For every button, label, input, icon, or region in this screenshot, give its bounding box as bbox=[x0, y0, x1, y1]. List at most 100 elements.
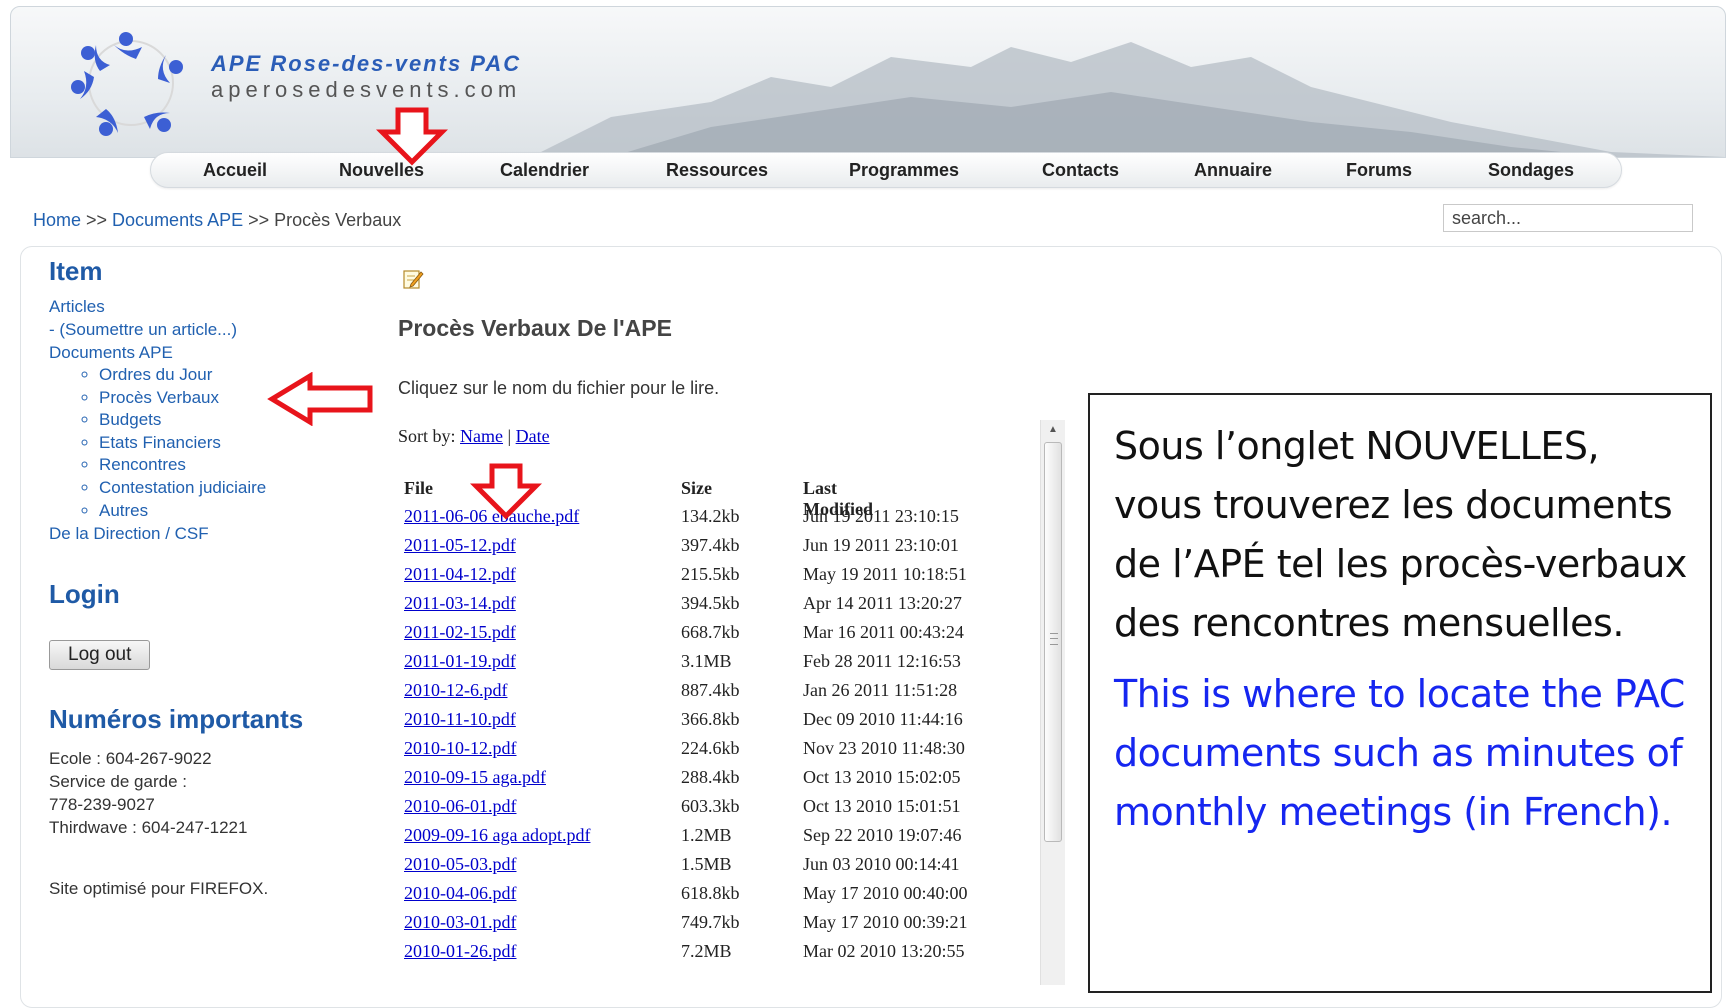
file-link[interactable]: 2010-03-01.pdf bbox=[404, 912, 516, 933]
file-size: 224.6kb bbox=[681, 738, 740, 758]
file-row: 2011-04-12.pdf 215.5kb May 19 2011 10:18:5… bbox=[404, 564, 1004, 593]
browser-note: Site optimisé pour FIREFOX. bbox=[49, 879, 269, 899]
page-title: Procès Verbaux De l'APE bbox=[398, 315, 672, 341]
file-modified-date: Feb 28 2011 12:16:53 bbox=[803, 651, 961, 671]
file-link[interactable]: 2010-12-6.pdf bbox=[404, 680, 507, 701]
sort-controls: Sort by: Name | Date bbox=[398, 426, 550, 447]
nav-annuaire[interactable]: Annuaire bbox=[1194, 160, 1272, 181]
file-size: 1.5MB bbox=[681, 854, 732, 874]
file-link[interactable]: 2010-01-26.pdf bbox=[404, 941, 516, 962]
file-size: 1.2MB bbox=[681, 825, 732, 845]
scrollbar-thumb[interactable] bbox=[1044, 442, 1062, 842]
nav-calendrier[interactable]: Calendrier bbox=[500, 160, 589, 181]
page-intro: Cliquez sur le nom du fichier pour le li… bbox=[398, 378, 720, 398]
file-link[interactable]: 2011-04-12.pdf bbox=[404, 564, 516, 585]
sidebar-link-proces-verbaux[interactable]: Procès Verbaux bbox=[99, 388, 219, 407]
file-row: 2010-04-06.pdf 618.8kb May 17 2010 00:40:0… bbox=[404, 883, 1004, 912]
breadcrumb-documents-ape[interactable]: Documents APE bbox=[112, 210, 243, 230]
file-link[interactable]: 2011-03-14.pdf bbox=[404, 593, 516, 614]
sidebar-link-autres[interactable]: Autres bbox=[99, 501, 148, 520]
file-row: 2010-06-01.pdf 603.3kb Oct 13 2010 15:01:5… bbox=[404, 796, 1004, 825]
callout-french-text: Sous l’onglet NOUVELLES, vous trouverez … bbox=[1114, 424, 1687, 645]
file-size: 3.1MB bbox=[681, 651, 732, 671]
phone-line: Service de garde : bbox=[49, 772, 187, 792]
sort-by-date-link[interactable]: Date bbox=[516, 426, 550, 446]
nav-contacts[interactable]: Contacts bbox=[1042, 160, 1119, 181]
file-link[interactable]: 2009-09-16 aga adopt.pdf bbox=[404, 825, 590, 846]
breadcrumb: Home >> Documents APE >> Procès Verbaux bbox=[33, 210, 401, 231]
edit-icon[interactable] bbox=[402, 268, 424, 290]
file-size: 397.4kb bbox=[681, 535, 740, 555]
file-size: 749.7kb bbox=[681, 912, 740, 932]
file-row: 2011-03-14.pdf 394.5kb Apr 14 2011 13:20:2… bbox=[404, 593, 1004, 622]
file-modified-date: Mar 16 2011 00:43:24 bbox=[803, 622, 964, 642]
file-link[interactable]: 2010-10-12.pdf bbox=[404, 738, 516, 759]
sidebar-subitem: Etats Financiers bbox=[99, 432, 389, 455]
sort-by-name-link[interactable]: Name bbox=[460, 426, 503, 446]
file-row: 2010-09-15 aga.pdf 288.4kb Oct 13 2010 15:… bbox=[404, 767, 1004, 796]
sidebar-link-etats-financiers[interactable]: Etats Financiers bbox=[99, 433, 221, 452]
nav-sondages[interactable]: Sondages bbox=[1488, 160, 1574, 181]
sort-separator: | bbox=[507, 426, 512, 446]
phone-line: Ecole : 604-267-9022 bbox=[49, 749, 212, 769]
sidebar: Item Articles - (Soumettre un article...… bbox=[49, 256, 389, 900]
sidebar-link-rencontres[interactable]: Rencontres bbox=[99, 455, 186, 474]
file-list-scrollbar[interactable]: ▲ bbox=[1040, 420, 1065, 985]
nav-accueil[interactable]: Accueil bbox=[203, 160, 267, 181]
file-link[interactable]: 2010-04-06.pdf bbox=[404, 883, 516, 904]
breadcrumb-current: Procès Verbaux bbox=[274, 210, 402, 230]
sidebar-link-budgets[interactable]: Budgets bbox=[99, 410, 161, 429]
file-size: 603.3kb bbox=[681, 796, 740, 816]
file-modified-date: May 17 2010 00:39:21 bbox=[803, 912, 968, 932]
file-row: 2011-02-15.pdf 668.7kb Mar 16 2011 00:43:2… bbox=[404, 622, 1004, 651]
file-link[interactable]: 2010-11-10.pdf bbox=[404, 709, 516, 730]
column-header-file: File bbox=[404, 478, 433, 498]
file-link[interactable]: 2011-01-19.pdf bbox=[404, 651, 516, 672]
file-modified-date: Dec 09 2010 11:44:16 bbox=[803, 709, 963, 729]
file-size: 134.2kb bbox=[681, 506, 740, 526]
sidebar-subitem: Autres bbox=[99, 500, 389, 523]
file-row: 2011-01-19.pdf 3.1MB Feb 28 2011 12:16:53 bbox=[404, 651, 1004, 680]
file-row: 2010-05-03.pdf 1.5MB Jun 03 2010 00:14:41 bbox=[404, 854, 1004, 883]
file-size: 668.7kb bbox=[681, 622, 740, 642]
phone-line: Thirdwave : 604-247-1221 bbox=[49, 818, 248, 838]
file-row: 2010-10-12.pdf 224.6kb Nov 23 2010 11:48:3… bbox=[404, 738, 1004, 767]
file-row: 2010-03-01.pdf 749.7kb May 17 2010 00:39:2… bbox=[404, 912, 1004, 941]
file-link[interactable]: 2011-05-12.pdf bbox=[404, 535, 516, 556]
sidebar-heading-login: Login bbox=[49, 579, 120, 610]
nav-programmes[interactable]: Programmes bbox=[849, 160, 959, 181]
annotation-callout: Sous l’onglet NOUVELLES, vous trouverez … bbox=[1088, 393, 1712, 993]
sidebar-link-direction[interactable]: De la Direction / CSF bbox=[49, 522, 389, 545]
breadcrumb-home[interactable]: Home bbox=[33, 210, 81, 230]
file-row: 2010-11-10.pdf 366.8kb Dec 09 2010 11:44:1… bbox=[404, 709, 1004, 738]
logout-button[interactable]: Log out bbox=[49, 640, 151, 671]
file-modified-date: Oct 13 2010 15:01:51 bbox=[803, 796, 961, 816]
nav-forums[interactable]: Forums bbox=[1346, 160, 1412, 181]
sidebar-link-documents-ape[interactable]: Documents APE bbox=[49, 341, 389, 364]
main-nav: Accueil Nouvelles Calendrier Ressources … bbox=[150, 152, 1622, 188]
file-size: 887.4kb bbox=[681, 680, 740, 700]
sidebar-subitem: Contestation judiciaire bbox=[99, 477, 389, 500]
breadcrumb-separator: >> bbox=[243, 210, 275, 230]
file-modified-date: Jan 26 2011 11:51:28 bbox=[803, 680, 958, 700]
search-input[interactable] bbox=[1443, 204, 1693, 232]
scroll-up-arrow-icon[interactable]: ▲ bbox=[1041, 420, 1065, 440]
file-link[interactable]: 2011-02-15.pdf bbox=[404, 622, 516, 643]
file-size: 7.2MB bbox=[681, 941, 732, 961]
file-link[interactable]: 2010-06-01.pdf bbox=[404, 796, 516, 817]
file-size: 394.5kb bbox=[681, 593, 740, 613]
sidebar-link-contestation[interactable]: Contestation judiciaire bbox=[99, 478, 266, 497]
file-link[interactable]: 2010-09-15 aga.pdf bbox=[404, 767, 546, 788]
file-size: 288.4kb bbox=[681, 767, 740, 787]
nav-ressources[interactable]: Ressources bbox=[666, 160, 768, 181]
file-link[interactable]: 2010-05-03.pdf bbox=[404, 854, 516, 875]
file-modified-date: Sep 22 2010 19:07:46 bbox=[803, 825, 962, 845]
sidebar-heading-numbers: Numéros importants bbox=[49, 704, 304, 735]
column-header-size: Size bbox=[681, 478, 712, 498]
sidebar-link-ordres-du-jour[interactable]: Ordres du Jour bbox=[99, 365, 212, 384]
annotation-down-arrow-icon bbox=[470, 463, 542, 520]
sidebar-link-submit-article[interactable]: - (Soumettre un article...) bbox=[49, 318, 389, 341]
sidebar-subitem: Rencontres bbox=[99, 454, 389, 477]
file-row: 2011-05-12.pdf 397.4kb Jun 19 2011 23:10:0… bbox=[404, 535, 1004, 564]
sidebar-link-articles[interactable]: Articles bbox=[49, 295, 389, 318]
